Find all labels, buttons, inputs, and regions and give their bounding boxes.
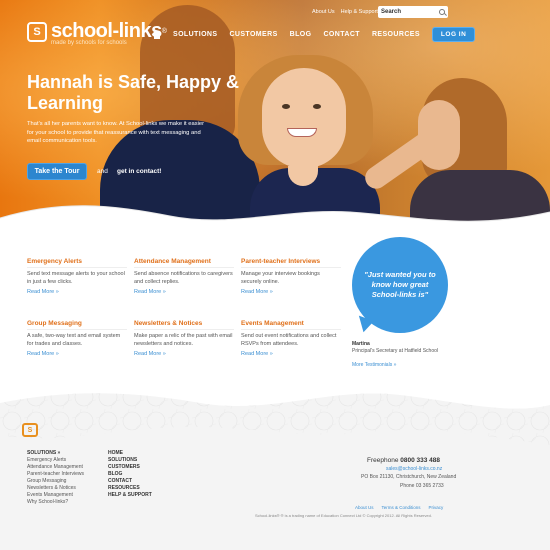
feature-text: Send out event notifications and collect… [241, 333, 337, 347]
login-button[interactable]: LOG IN [431, 27, 476, 42]
feature-title[interactable]: Parent-teacher Interviews [241, 258, 341, 268]
footer-link-help-support[interactable]: HELP & SUPPORT [108, 492, 152, 499]
footer-phone: Phone 03 365 2733 [400, 483, 444, 489]
footer-freephone: Freephone 0800 333 488 [367, 457, 440, 464]
footer-terms-link[interactable]: Terms & Conditions [382, 505, 421, 510]
get-in-contact-link[interactable]: get in contact! [117, 168, 161, 175]
footer-address: PO Box 21130, Christchurch, New Zealand [361, 474, 457, 480]
feature-emergency-alerts: Emergency Alerts Send text message alert… [27, 258, 127, 295]
search-icon[interactable] [439, 9, 445, 15]
read-more-link[interactable]: Read More » [241, 351, 341, 357]
footer-about-link[interactable]: About Us [355, 505, 374, 510]
footer-link-customers[interactable]: CUSTOMERS [108, 464, 152, 471]
footer-solution-link[interactable]: Attendance Management [27, 464, 84, 471]
feature-text: Make paper a relic of the past with emai… [134, 333, 233, 347]
footer-privacy-link[interactable]: Privacy [429, 505, 444, 510]
hero-text: That's all her parents want to know. At … [27, 121, 205, 144]
home-icon[interactable] [152, 30, 161, 39]
feature-text: Send absence notifications to caregivers… [134, 271, 233, 285]
footer-email-link[interactable]: sales@school-links.co.nz [386, 466, 442, 472]
help-support-link[interactable]: Help & Support [341, 9, 378, 15]
footer-solutions-heading[interactable]: SOLUTIONS » [27, 450, 84, 457]
footer-solution-link[interactable]: Events Management [27, 492, 84, 499]
more-testimonials-link[interactable]: More Testimonials » [352, 362, 396, 368]
footer-solutions-column: SOLUTIONS » Emergency Alerts Attendance … [27, 450, 84, 506]
hero-photo-eye [313, 104, 321, 109]
feature-newsletters-notices: Newsletters & Notices Make paper a relic… [134, 320, 234, 357]
hero-photo-smile [287, 128, 317, 137]
hero-photo-girl-center-face [262, 68, 346, 168]
feature-group-messaging: Group Messaging A safe, two-way text and… [27, 320, 127, 357]
nav-contact[interactable]: CONTACT [323, 31, 360, 38]
footer-copyright: School-links® ® is a trading name of Edu… [255, 513, 432, 518]
hero-and-text: and [97, 168, 108, 175]
freephone-number: 0800 333 488 [400, 457, 441, 464]
hero-banner: S school-links ® made by schools for sch… [0, 0, 550, 232]
footer-bottom-links: About Us Terms & Conditions Privacy [355, 505, 443, 510]
footer-logo-icon[interactable]: S [22, 423, 38, 437]
top-links: About Us Help & Support [312, 9, 378, 15]
testimonial-author: Martina [352, 341, 370, 347]
feature-title[interactable]: Group Messaging [27, 320, 127, 330]
nav-customers[interactable]: CUSTOMERS [229, 31, 277, 38]
feature-text: Send text message alerts to your school … [27, 271, 125, 285]
read-more-link[interactable]: Read More » [134, 289, 234, 295]
about-us-link[interactable]: About Us [312, 9, 335, 15]
feature-title[interactable]: Emergency Alerts [27, 258, 127, 268]
logo-icon: S [27, 21, 47, 42]
read-more-link[interactable]: Read More » [27, 289, 127, 295]
footer-solution-link[interactable]: Parent-teacher Interviews [27, 471, 84, 478]
read-more-link[interactable]: Read More » [241, 289, 341, 295]
search-input[interactable]: Search [381, 9, 439, 15]
footer-links-column: HOME SOLUTIONS CUSTOMERS BLOG CONTACT RE… [108, 450, 152, 499]
footer-link-contact[interactable]: CONTACT [108, 478, 152, 485]
feature-attendance-management: Attendance Management Send absence notif… [134, 258, 234, 295]
nav-solutions[interactable]: SOLUTIONS [173, 31, 217, 38]
take-tour-button[interactable]: Take the Tour [27, 163, 87, 180]
footer-link-home[interactable]: HOME [108, 450, 152, 457]
logo-tagline: made by schools for schools [51, 40, 127, 46]
footer-solution-link[interactable]: Newsletters & Notices [27, 485, 84, 492]
feature-parent-teacher-interviews: Parent-teacher Interviews Manage your in… [241, 258, 341, 295]
search-box[interactable]: Search [378, 6, 448, 18]
hero-photo-eye [282, 104, 290, 109]
feature-title[interactable]: Attendance Management [134, 258, 234, 268]
feature-title[interactable]: Newsletters & Notices [134, 320, 234, 330]
footer-solution-link[interactable]: Why School-links? [27, 499, 84, 506]
feature-events-management: Events Management Send out event notific… [241, 320, 341, 357]
freephone-label: Freephone [367, 457, 399, 464]
footer-solution-link[interactable]: Group Messaging [27, 478, 84, 485]
hero-title: Hannah is Safe, Happy & Learning [27, 72, 240, 113]
main-nav: SOLUTIONS CUSTOMERS BLOG CONTACT RESOURC… [152, 27, 476, 42]
footer-link-blog[interactable]: BLOG [108, 471, 152, 478]
hero-wave-divider [0, 205, 550, 232]
footer-link-solutions[interactable]: SOLUTIONS [108, 457, 152, 464]
read-more-link[interactable]: Read More » [134, 351, 234, 357]
read-more-link[interactable]: Read More » [27, 351, 127, 357]
feature-title[interactable]: Events Management [241, 320, 341, 330]
footer-link-resources[interactable]: RESOURCES [108, 485, 152, 492]
feature-text: A safe, two-way text and email system fo… [27, 333, 121, 347]
nav-blog[interactable]: BLOG [290, 31, 312, 38]
testimonial-quote: "Just wanted you to know how great Schoo… [364, 270, 436, 299]
testimonial-author-role: Principal's Secretary at Hatfield School [352, 348, 438, 354]
feature-text: Manage your interview bookings securely … [241, 271, 320, 285]
footer-solution-link[interactable]: Emergency Alerts [27, 457, 84, 464]
nav-resources[interactable]: RESOURCES [372, 31, 420, 38]
